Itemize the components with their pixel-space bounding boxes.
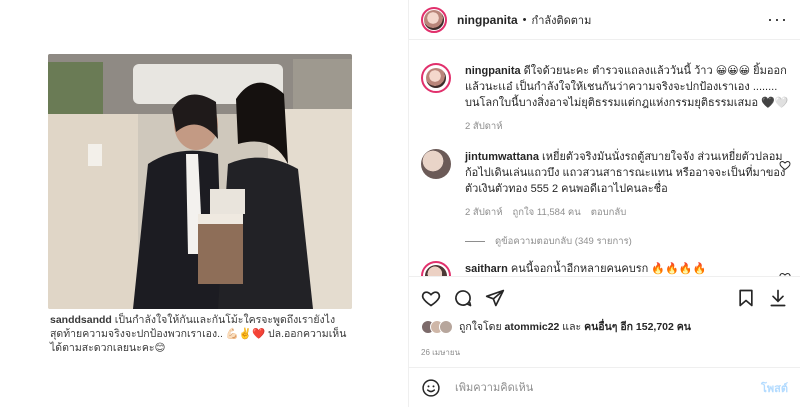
comment-like-heart-icon[interactable] [779,159,791,171]
comment-item: jintumwattana เหยี่ยตัวจริงมันนั่งรถตู้ส… [421,149,791,220]
likes-user[interactable]: atommic22 [505,321,560,333]
comment-bubble-icon[interactable] [453,288,473,308]
likes-text: ถูกใจโดย atommic22 และ คนอื่นๆ อีก 152,7… [459,318,691,335]
download-icon[interactable] [768,288,788,308]
media-caption-username[interactable]: sanddsandd [50,314,112,326]
comment-avatar[interactable] [421,149,451,179]
comment-item: saitharn คนนี้จอกน้ำอีกหลายคนคบรก 🔥🔥🔥🔥 [421,261,791,276]
following-button[interactable]: กำลังติดตาม [532,11,592,29]
post-media-pane: sanddsandd เป็นกำลังใจให้กันและกันโม้ะใค… [0,0,409,407]
comment-composer: โพสต์ [409,367,800,407]
share-paper-plane-icon[interactable] [485,288,505,308]
post-date[interactable]: 26 เมษายน [421,346,460,359]
likes-prefix: ถูกใจโดย [459,321,505,333]
comment-body: saitharn คนนี้จอกน้ำอีกหลายคนคบรก 🔥🔥🔥🔥 [465,261,791,276]
author-username[interactable]: ningpanita [457,13,518,27]
comment-time[interactable]: 2 สัปดาห์ [465,119,503,134]
author-avatar[interactable] [421,6,447,33]
view-replies-label: ดูข้อความตอบกลับ (349 รายการ) [495,236,632,247]
comment-text: คนนี้จอกน้ำอีกหลายคนคบรก 🔥🔥🔥🔥 [507,263,707,275]
comment-avatar[interactable] [421,261,451,276]
emoji-smiley-icon[interactable] [421,378,441,398]
liker-avatar [439,319,453,334]
post-photo[interactable] [48,54,352,309]
comment-username[interactable]: saitharn [465,263,508,275]
media-caption: sanddsandd เป็นกำลังใจให้กันและกันโม้ะใค… [50,313,350,355]
post-header: ningpanita • กำลังติดตาม ··· [409,0,800,40]
comment-like-count[interactable]: ถูกใจ 11,584 คน [513,205,581,220]
comments-list[interactable]: ningpanita ดีใจด้วยนะคะ ตำรวจแถลงแล้ววัน… [409,41,800,276]
comment-username[interactable]: ningpanita [465,65,521,77]
view-replies-button[interactable]: ดูข้อความตอบกลับ (349 รายการ) [465,234,632,249]
comment-reply-button[interactable]: ตอบกลับ [591,205,627,220]
post-side-panel: ningpanita • กำลังติดตาม ··· ningpanita … [409,0,800,407]
comment-meta: 2 สัปดาห์ ถูกใจ 11,584 คน ตอบกลับ [465,205,791,220]
comment-body: ningpanita ดีใจด้วยนะคะ ตำรวจแถลงแล้ววัน… [465,63,791,111]
liker-avatars [421,319,453,334]
post-comment-button[interactable]: โพสต์ [761,379,788,397]
comment-body: jintumwattana เหยี่ยตัวจริงมันนั่งรถตู้ส… [465,149,791,197]
likes-others[interactable]: คนอื่นๆ อีก 152,702 คน [584,321,691,333]
save-bookmark-icon[interactable] [736,288,756,308]
replies-divider [465,241,485,242]
likes-summary[interactable]: ถูกใจโดย atommic22 และ คนอื่นๆ อีก 152,7… [421,318,691,335]
comment-username[interactable]: jintumwattana [465,151,539,163]
more-options-icon[interactable]: ··· [767,9,788,30]
comment-avatar[interactable] [421,63,451,93]
likes-middle: และ [559,321,585,333]
instagram-post-modal: sanddsandd เป็นกำลังใจให้กันและกันโม้ะใค… [0,0,800,407]
header-separator: • [522,13,527,26]
like-heart-icon[interactable] [421,288,441,308]
post-photo-image [48,54,352,309]
comment-time[interactable]: 2 สัปดาห์ [465,205,503,220]
post-actions-bar [409,276,800,318]
comment-input[interactable] [455,381,761,394]
comment-meta: 2 สัปดาห์ [465,119,791,134]
caption-comment: ningpanita ดีใจด้วยนะคะ ตำรวจแถลงแล้ววัน… [421,63,791,134]
